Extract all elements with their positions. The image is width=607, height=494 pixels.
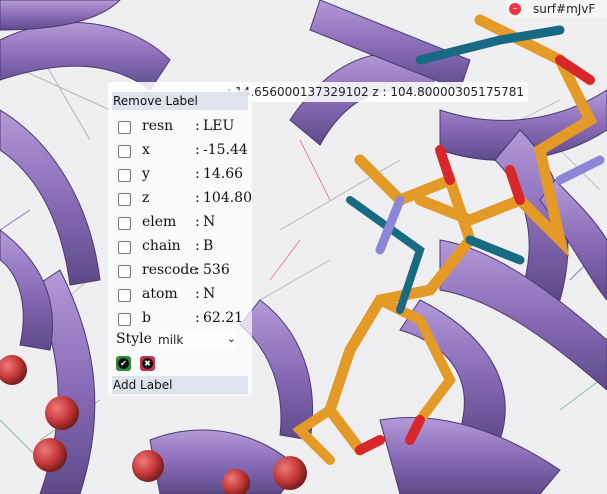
property-checkbox[interactable] <box>118 241 131 254</box>
property-value: B <box>203 238 214 254</box>
property-separator: : <box>195 118 200 134</box>
property-separator: : <box>195 310 200 326</box>
coordinate-text: : 14.656000137329102 z : 104.80000305175… <box>227 85 524 99</box>
property-value: 536 <box>203 262 230 278</box>
property-checkbox[interactable] <box>118 289 131 302</box>
property-value: N <box>203 286 216 302</box>
property-separator: : <box>195 238 200 254</box>
chevron-down-icon: ⌄ <box>226 332 236 345</box>
property-key: rescode <box>142 262 198 278</box>
property-key: atom <box>142 286 178 302</box>
property-value: LEU <box>203 118 235 134</box>
add-label-button[interactable]: Add Label <box>112 376 248 394</box>
property-value: N <box>203 214 216 230</box>
property-key: chain <box>142 238 181 254</box>
property-key: b <box>142 310 151 326</box>
style-row: Style milk ⌄ <box>116 331 246 349</box>
style-select[interactable]: milk ⌄ <box>158 331 238 349</box>
property-row-rescode: rescode : 536 <box>118 262 252 282</box>
x-icon: ✖ <box>142 358 153 369</box>
property-checkbox[interactable] <box>118 169 131 182</box>
property-key: y <box>142 166 150 182</box>
property-value: -15.44 <box>203 142 248 158</box>
property-separator: : <box>195 190 200 206</box>
property-checkbox[interactable] <box>118 217 131 230</box>
property-key: elem <box>142 214 177 230</box>
property-separator: : <box>195 286 200 302</box>
property-key: resn <box>142 118 174 134</box>
label-editor-panel: Remove Label resn : LEU x : -15.44 y : 1… <box>108 90 252 396</box>
property-value: 14.66 <box>203 166 244 182</box>
property-checkbox[interactable] <box>118 313 131 326</box>
cancel-button[interactable]: ✖ <box>140 356 155 371</box>
property-row-x: x : -15.44 <box>118 142 252 162</box>
surface-chip-label: surf#mJvF <box>533 2 596 16</box>
property-key: z <box>142 190 150 206</box>
property-row-resn: resn : LEU <box>118 118 252 138</box>
property-key: x <box>142 142 150 158</box>
property-checkbox[interactable] <box>118 145 131 158</box>
molecule-viewer[interactable] <box>0 0 607 494</box>
property-value: 104.80 <box>203 190 252 206</box>
confirm-button[interactable]: ✔ <box>116 356 131 371</box>
property-separator: : <box>195 166 200 182</box>
close-icon[interactable]: – <box>509 3 521 15</box>
property-checkbox[interactable] <box>118 265 131 278</box>
property-checkbox[interactable] <box>118 121 131 134</box>
remove-label-button[interactable]: Remove Label <box>112 92 248 110</box>
property-value: 62.21 <box>203 310 244 326</box>
style-selected-value: milk <box>158 333 184 347</box>
property-row-y: y : 14.66 <box>118 166 252 186</box>
surface-chip: – surf#mJvF <box>507 0 607 18</box>
property-row-atom: atom : N <box>118 286 252 306</box>
property-row-b: b : 62.21 <box>118 310 252 330</box>
property-row-z: z : 104.80 <box>118 190 252 210</box>
property-checkbox[interactable] <box>118 193 131 206</box>
property-separator: : <box>195 142 200 158</box>
property-separator: : <box>195 214 200 230</box>
property-row-chain: chain : B <box>118 238 252 258</box>
check-icon: ✔ <box>118 358 129 369</box>
property-row-elem: elem : N <box>118 214 252 234</box>
property-separator: : <box>195 262 200 278</box>
style-label: Style <box>116 331 152 347</box>
